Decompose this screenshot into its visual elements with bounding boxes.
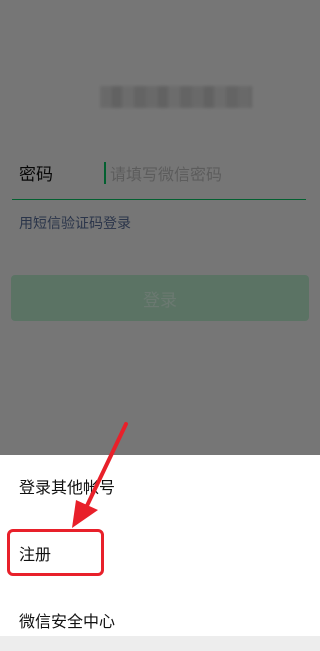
annotation-highlight-box [7, 529, 104, 576]
sheet-item-login-other-account[interactable]: 登录其他帐号 [0, 455, 320, 517]
sheet-item-security-center[interactable]: 微信安全中心 [0, 589, 320, 651]
annotation-arrow-icon [72, 422, 128, 528]
dim-overlay[interactable] [0, 0, 320, 455]
